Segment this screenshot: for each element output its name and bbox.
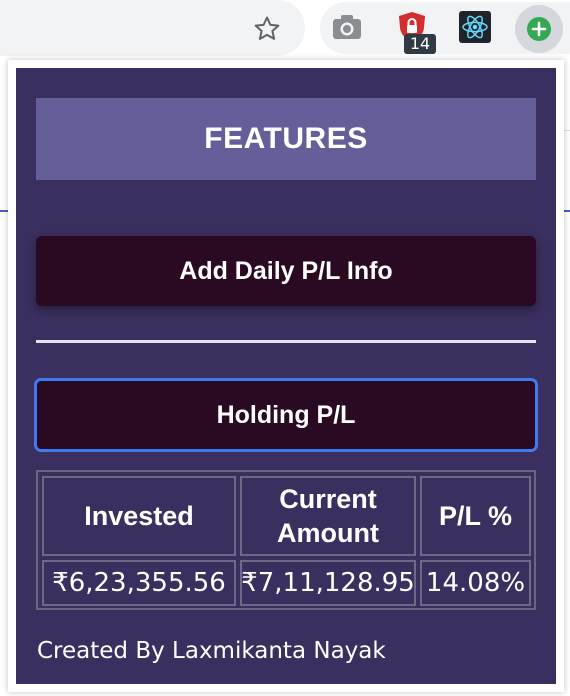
table-header-current-amount: Current Amount (240, 476, 416, 556)
features-header: FEATURES (36, 98, 536, 180)
star-icon[interactable] (250, 12, 284, 46)
camera-icon[interactable] (330, 10, 364, 44)
add-daily-pl-button[interactable]: Add Daily P/L Info (36, 236, 536, 306)
browser-toolbar: 14 (0, 0, 570, 60)
react-icon[interactable] (458, 10, 492, 44)
table-cell-invested: ₹6,23,355.56 (42, 560, 236, 606)
table-header-pl-percent: P/L % (420, 476, 531, 556)
plus-icon[interactable] (515, 5, 563, 53)
shield-badge: 14 (404, 34, 436, 54)
holding-pl-button[interactable]: Holding P/L (34, 378, 538, 452)
table-header-invested: Invested (42, 476, 236, 556)
table-cell-current-amount: ₹7,11,128.95 (240, 560, 416, 606)
section-divider (36, 340, 536, 343)
credit-text: Created By Laxmikanta Nayak (37, 638, 386, 664)
table-cell-pl-percent: 14.08% (420, 560, 531, 606)
